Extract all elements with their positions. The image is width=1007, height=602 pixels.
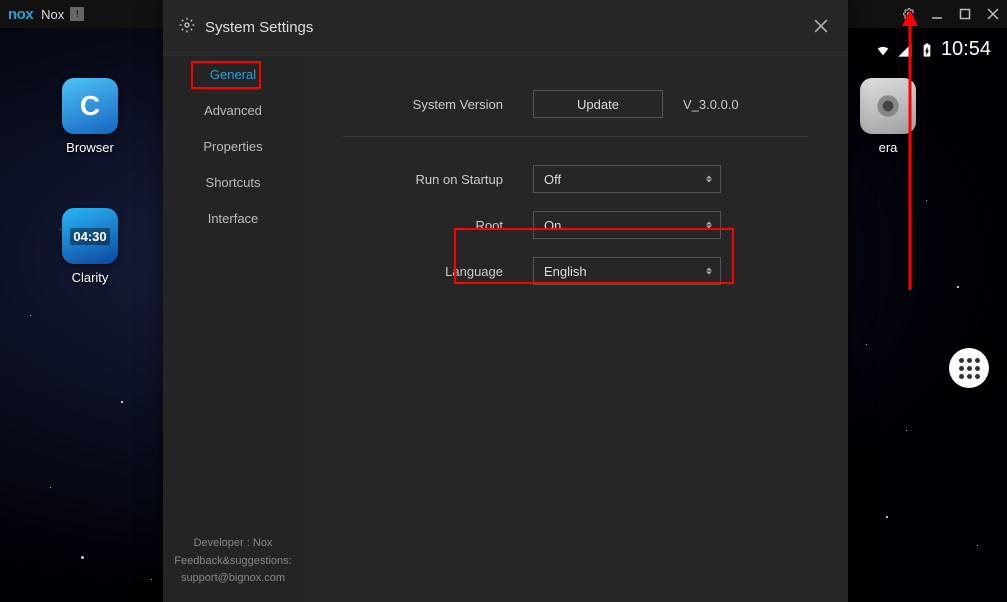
system-version-label: System Version <box>343 97 533 112</box>
tab-interface[interactable]: Interface <box>163 200 303 236</box>
footer-feedback: Feedback&suggestions: <box>171 553 295 571</box>
battery-charging-icon <box>919 42 935 58</box>
chevron-updown-icon <box>706 176 712 183</box>
app-label: Clarity <box>50 270 130 285</box>
wifi-icon <box>875 42 891 58</box>
clarity-clock: 04:30 <box>70 228 109 245</box>
sidebar-footer: Developer : Nox Feedback&suggestions: su… <box>163 521 303 602</box>
grid-dots-icon <box>959 358 980 379</box>
settings-gear-icon[interactable] <box>897 2 921 26</box>
tab-advanced[interactable]: Advanced <box>163 92 303 128</box>
tab-properties[interactable]: Properties <box>163 128 303 164</box>
dialog-title: System Settings <box>205 19 313 36</box>
chevron-updown-icon <box>706 222 712 229</box>
settings-content: System Version Update V_3.0.0.0 Run on S… <box>303 56 848 602</box>
gear-icon <box>179 17 195 38</box>
dialog-header: System Settings <box>163 0 848 56</box>
version-text: V_3.0.0.0 <box>683 97 739 112</box>
app-icon-clarity[interactable]: 04:30 Clarity <box>50 208 130 285</box>
app-label: era <box>848 140 928 155</box>
dialog-body: General Advanced Properties Shortcuts In… <box>163 56 848 602</box>
update-button[interactable]: Update <box>533 90 663 118</box>
chevron-updown-icon <box>706 268 712 275</box>
info-icon[interactable]: ! <box>70 7 84 21</box>
app-name: Nox <box>41 7 64 22</box>
language-select[interactable]: English <box>533 257 721 285</box>
row-root: Root On <box>343 211 808 239</box>
root-value: On <box>544 218 561 233</box>
root-label: Root <box>343 218 533 233</box>
system-settings-dialog: System Settings General Advanced Propert… <box>163 0 848 602</box>
android-statusbar: 10:54 <box>875 38 991 61</box>
row-run-on-startup: Run on Startup Off <box>343 165 808 193</box>
startup-select[interactable]: Off <box>533 165 721 193</box>
browser-tile-icon: C <box>62 78 118 134</box>
settings-sidebar: General Advanced Properties Shortcuts In… <box>163 56 303 602</box>
app-icon-browser[interactable]: C Browser <box>50 78 130 155</box>
app-drawer-button[interactable] <box>949 348 989 388</box>
dialog-close-button[interactable] <box>810 13 832 42</box>
row-language: Language English <box>343 257 808 285</box>
app-label: Browser <box>50 140 130 155</box>
camera-tile-icon <box>860 78 916 134</box>
nox-logo: nox <box>8 6 33 23</box>
root-select[interactable]: On <box>533 211 721 239</box>
close-window-button[interactable] <box>981 2 1005 26</box>
footer-developer: Developer : Nox <box>171 535 295 553</box>
clarity-tile-icon: 04:30 <box>62 208 118 264</box>
tab-shortcuts[interactable]: Shortcuts <box>163 164 303 200</box>
language-value: English <box>544 264 587 279</box>
startup-value: Off <box>544 172 561 187</box>
row-system-version: System Version Update V_3.0.0.0 <box>343 90 808 118</box>
app-icon-camera[interactable]: era <box>848 78 928 155</box>
footer-email: support@bignox.com <box>171 570 295 588</box>
language-label: Language <box>343 264 533 279</box>
tab-general[interactable]: General <box>163 56 303 92</box>
app-window: nox Nox ! <box>0 0 1007 602</box>
signal-icon <box>897 42 913 58</box>
minimize-button[interactable] <box>925 2 949 26</box>
status-time: 10:54 <box>941 38 991 61</box>
startup-label: Run on Startup <box>343 172 533 187</box>
maximize-button[interactable] <box>953 2 977 26</box>
divider <box>343 136 808 137</box>
